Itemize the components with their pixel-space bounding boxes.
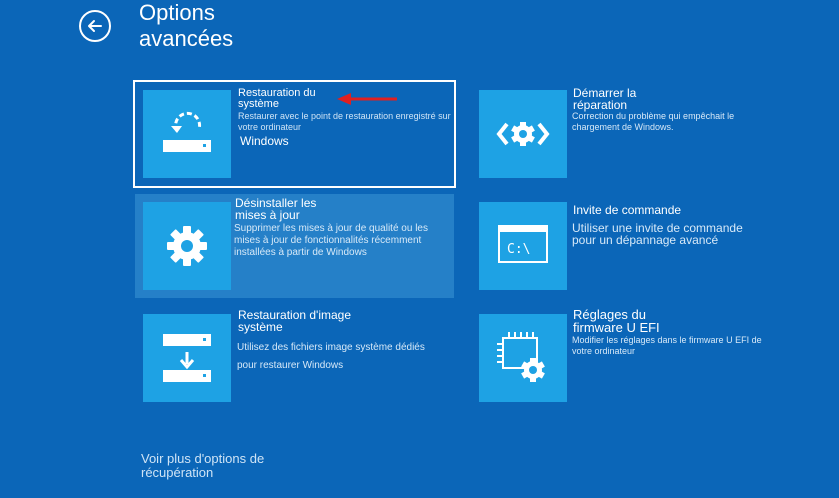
more-recovery-options-link[interactable]: Voir plus d'options de récupération — [141, 452, 311, 480]
command-prompt-icon: C:\ — [498, 225, 548, 263]
system-restore-title: Restauration du système — [238, 87, 316, 110]
uefi-desc: Modifier les réglages dans le firmware U… — [572, 335, 762, 356]
system-image-tile — [143, 314, 231, 402]
uninstall-updates-desc: Supprimer les mises à jour de qualité ou… — [234, 223, 428, 258]
advanced-options-screen: Options avancées Restauration du système… — [0, 0, 839, 498]
command-prompt-title: Invite de commande — [573, 203, 682, 217]
uninstall-updates-tile — [143, 202, 231, 290]
command-prompt-icon-text: C:\ — [507, 242, 530, 257]
option-uninstall-updates[interactable]: Désinstaller les mises à jour Supprimer … — [135, 194, 454, 298]
option-uefi-firmware-settings[interactable]: Réglages du firmware U EFI Modifier les … — [471, 306, 801, 410]
back-button[interactable] — [79, 10, 111, 42]
system-restore-icon — [163, 111, 211, 152]
system-restore-subtitle: Windows — [240, 134, 289, 148]
option-system-restore[interactable]: Restauration du système Restaurer avec l… — [133, 80, 456, 188]
back-arrow-icon — [88, 20, 102, 32]
command-prompt-tile: C:\ — [479, 202, 567, 290]
system-restore-tile — [143, 90, 231, 178]
option-command-prompt[interactable]: C:\ Invite de commande Utiliser une invi… — [471, 194, 801, 298]
option-system-image-recovery[interactable]: Restauration d'image système Utilisez de… — [135, 306, 454, 410]
firmware-chip-icon — [497, 332, 545, 382]
startup-repair-icon — [496, 122, 550, 146]
startup-repair-title: Démarrer la réparation — [573, 86, 637, 112]
system-restore-desc: Restaurer avec le point de restauration … — [238, 111, 451, 132]
uefi-tile — [479, 314, 567, 402]
red-pointer-arrow — [337, 93, 397, 105]
system-image-desc: Utilisez des fichiers image système dédi… — [237, 342, 425, 371]
startup-repair-desc: Correction du problème qui empêchait le … — [572, 111, 735, 132]
uefi-title: Réglages du firmware U EFI — [573, 307, 660, 335]
gear-icon — [167, 226, 207, 266]
system-image-icon — [163, 334, 211, 382]
startup-repair-tile — [479, 90, 567, 178]
option-startup-repair[interactable]: Démarrer la réparation Correction du pro… — [471, 82, 801, 186]
system-image-title: Restauration d'image système — [238, 308, 352, 334]
page-title: Options avancées — [139, 0, 234, 51]
command-prompt-desc: Utiliser une invite de commande pour un … — [572, 221, 743, 247]
uninstall-updates-title: Désinstaller les mises à jour — [235, 196, 317, 222]
